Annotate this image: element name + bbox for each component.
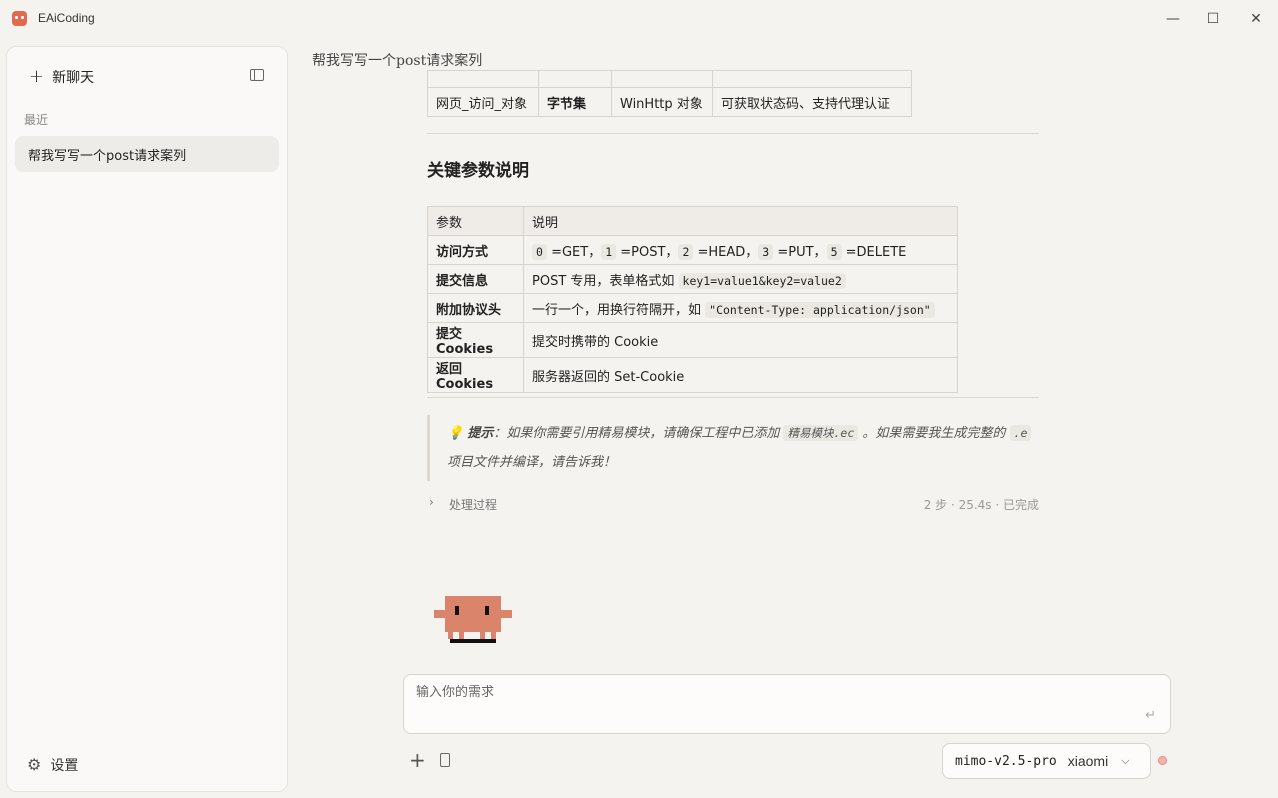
plus-icon: + bbox=[29, 66, 45, 87]
description-text: =POST， bbox=[616, 244, 679, 260]
inline-code: key1=value1&key2=value2 bbox=[678, 272, 846, 289]
divider bbox=[427, 397, 1039, 398]
app-title: EAiCoding bbox=[38, 11, 95, 25]
table-header: 说明 bbox=[523, 206, 958, 236]
model-name: mimo-v2.5-pro bbox=[955, 753, 1057, 769]
chevron-down-icon: ⌵ bbox=[1121, 754, 1130, 767]
inline-code: 3 bbox=[758, 243, 774, 260]
minimize-button[interactable]: — bbox=[1163, 9, 1183, 29]
settings-button[interactable]: ⚙ 设置 bbox=[27, 755, 78, 775]
history-item[interactable]: 帮我写写一个post请求案列 bbox=[15, 136, 279, 172]
tip-blockquote: 💡 提示：如果你需要引用精易模块，请确保工程中已添加 精易模块.ec 。如果需要… bbox=[427, 415, 1039, 481]
mascot-icon bbox=[434, 596, 512, 643]
tip-label: 提示 bbox=[467, 426, 494, 441]
new-chat-button[interactable]: + 新聊天 bbox=[29, 65, 94, 89]
table-cell bbox=[538, 70, 612, 88]
table-row: 网页_访问_对象 字节集 WinHttp 对象 可获取状态码、支持代理认证 bbox=[427, 87, 912, 117]
prompt-box: ↵ bbox=[403, 674, 1171, 734]
param-description: POST 专用，表单格式如 key1=value1&key2=value2 bbox=[523, 264, 958, 294]
table-row bbox=[427, 70, 912, 88]
table-cell: WinHttp 对象 bbox=[611, 87, 713, 117]
object-table: 网页_访问_对象 字节集 WinHttp 对象 可获取状态码、支持代理认证 bbox=[427, 70, 912, 117]
tip-text: 。如果需要我生成完整的 bbox=[858, 426, 1010, 441]
param-name: 附加协议头 bbox=[427, 293, 524, 323]
param-name: 提交Cookies bbox=[427, 322, 524, 358]
param-name: 访问方式 bbox=[427, 235, 524, 265]
table-row: 提交Cookies 提交时携带的 Cookie bbox=[427, 322, 958, 358]
description-text: =DELETE bbox=[841, 244, 907, 260]
tip-code: 精易模块.ec bbox=[783, 425, 859, 441]
app-logo-icon bbox=[12, 11, 27, 26]
table-header: 参数 bbox=[427, 206, 524, 236]
table-header-row: 参数 说明 bbox=[427, 206, 958, 236]
inline-code: "Content-Type: application/json" bbox=[705, 301, 935, 318]
section-heading: 关键参数说明 bbox=[427, 161, 529, 181]
description-text: 提交时携带的 Cookie bbox=[532, 334, 659, 350]
process-label: 处理过程 bbox=[449, 498, 498, 512]
process-toggle[interactable]: › 处理过程 2 步 · 25.4s · 已完成 bbox=[427, 495, 1039, 512]
table-row: 访问方式 0 =GET， 1 =POST， 2 =HEAD， 3 =PUT， 5 =DEL… bbox=[427, 235, 958, 265]
settings-label: 设置 bbox=[50, 758, 79, 774]
enter-icon: ↵ bbox=[1145, 708, 1156, 723]
sidebar-toggle-icon[interactable] bbox=[250, 69, 264, 81]
description-text: =PUT， bbox=[773, 244, 827, 260]
description-text: =HEAD， bbox=[693, 244, 759, 260]
param-name: 提交信息 bbox=[427, 264, 524, 294]
conversation-title: 帮我写写一个post请求案列 bbox=[312, 53, 483, 69]
table-cell bbox=[712, 70, 912, 88]
table-row: 返回Cookies 服务器返回的 Set-Cookie bbox=[427, 357, 958, 393]
description-text: 服务器返回的 Set-Cookie bbox=[532, 369, 685, 385]
param-description: 0 =GET， 1 =POST， 2 =HEAD， 3 =PUT， 5 =DELETE bbox=[523, 235, 958, 265]
tip-text: ：如果你需要引用精易模块，请确保工程中已添加 bbox=[493, 426, 784, 441]
param-name: 返回Cookies bbox=[427, 357, 524, 393]
title-bar: EAiCoding — ☐ ✕ bbox=[0, 0, 1278, 38]
chevron-right-icon: › bbox=[429, 495, 434, 509]
new-chat-label: 新聊天 bbox=[52, 70, 95, 86]
description-text: POST 专用，表单格式如 bbox=[532, 273, 679, 289]
model-provider: xiaomi bbox=[1067, 753, 1109, 769]
model-select[interactable]: mimo-v2.5-pro xiaomi ⌵ bbox=[942, 743, 1151, 779]
recent-section-label: 最近 bbox=[24, 113, 49, 127]
gear-icon: ⚙ bbox=[27, 755, 42, 774]
attach-button[interactable]: + bbox=[409, 750, 426, 770]
tip-text: 项目文件并编译，请告诉我！ bbox=[447, 455, 617, 470]
description-text: =GET， bbox=[546, 244, 602, 260]
sidebar: + 新聊天 最近 帮我写写一个post请求案列 ⚙ 设置 bbox=[6, 46, 288, 792]
close-button[interactable]: ✕ bbox=[1246, 9, 1266, 29]
inline-code: 5 bbox=[826, 243, 842, 260]
inline-code: 1 bbox=[601, 243, 617, 260]
device-icon[interactable] bbox=[440, 753, 450, 767]
table-row: 附加协议头 一行一个，用换行符隔开，如 "Content-Type: applic… bbox=[427, 293, 958, 323]
table-cell: 字节集 bbox=[538, 87, 612, 117]
inline-code: 0 bbox=[532, 243, 547, 260]
description-text: 一行一个，用换行符隔开，如 bbox=[532, 302, 706, 318]
lightbulb-icon: 💡 bbox=[447, 426, 464, 441]
prompt-input[interactable] bbox=[416, 685, 1116, 700]
status-dot-icon bbox=[1158, 756, 1167, 765]
table-row: 提交信息 POST 专用，表单格式如 key1=value1&key2=value… bbox=[427, 264, 958, 294]
maximize-button[interactable]: ☐ bbox=[1203, 9, 1223, 29]
tip-code: .e bbox=[1009, 425, 1032, 441]
table-cell bbox=[611, 70, 713, 88]
param-description: 服务器返回的 Set-Cookie bbox=[523, 357, 958, 393]
process-status: 2 步 · 25.4s · 已完成 bbox=[923, 498, 1039, 512]
param-description: 一行一个，用换行符隔开，如 "Content-Type: application… bbox=[523, 293, 958, 323]
inline-code: 2 bbox=[678, 243, 694, 260]
params-table: 参数 说明 访问方式 0 =GET， 1 =POST， 2 =HEAD， 3 =PUT，… bbox=[427, 206, 958, 393]
table-cell: 可获取状态码、支持代理认证 bbox=[712, 87, 912, 117]
table-cell bbox=[427, 70, 539, 88]
table-cell: 网页_访问_对象 bbox=[427, 87, 539, 117]
param-description: 提交时携带的 Cookie bbox=[523, 322, 958, 358]
divider bbox=[427, 133, 1039, 134]
